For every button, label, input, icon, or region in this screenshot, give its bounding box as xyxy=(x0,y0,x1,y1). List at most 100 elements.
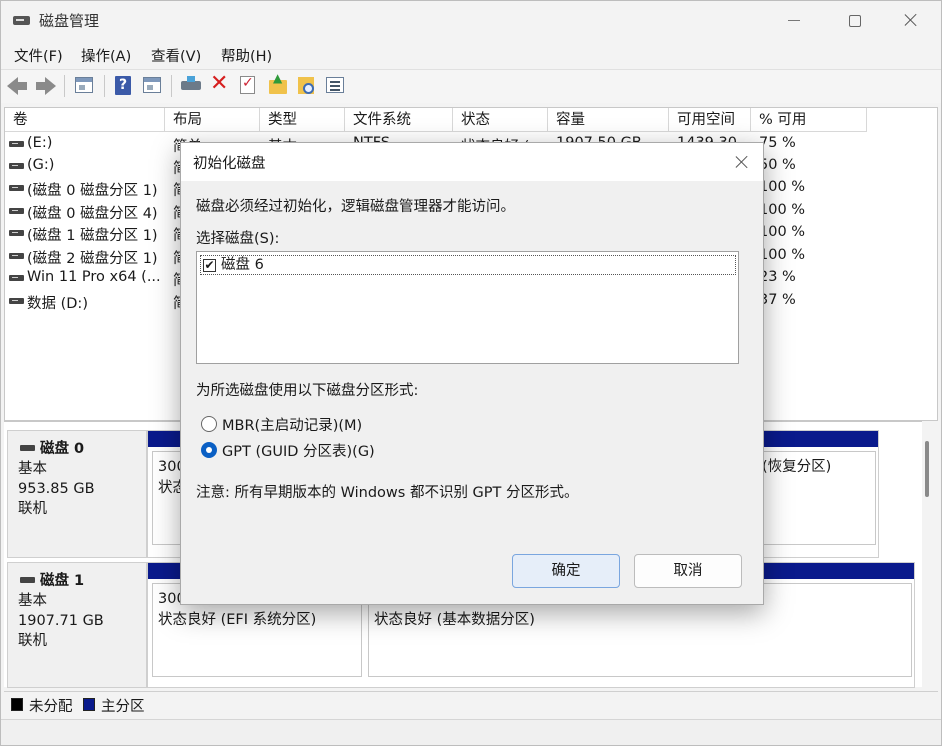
volume-name: (磁盘 0 磁盘分区 1) xyxy=(27,183,158,199)
disk-item-label: 磁盘 6 xyxy=(221,257,264,273)
menu-file[interactable]: 文件(F) xyxy=(14,45,63,66)
list-view-icon[interactable] xyxy=(324,75,346,97)
partition-status: (恢复分区) xyxy=(762,459,832,475)
drive-icon xyxy=(9,275,24,281)
percent-free-cell: 23 % xyxy=(759,269,796,285)
column-header-filesystem[interactable]: 文件系统 xyxy=(345,108,453,132)
disk-0-recovery-partition[interactable]: (恢复分区) xyxy=(756,451,876,545)
folder-up-icon[interactable] xyxy=(267,71,289,97)
volume-name: (磁盘 1 磁盘分区 1) xyxy=(27,228,158,244)
partition-status: 状态良好 (基本数据分区) xyxy=(374,612,535,628)
drive-icon xyxy=(9,163,24,169)
disk-0-size: 953.85 GB xyxy=(18,481,95,497)
partition-style-label: 为所选磁盘使用以下磁盘分区形式: xyxy=(196,383,419,399)
dialog-title: 初始化磁盘 xyxy=(193,156,266,172)
percent-free-cell: 75 % xyxy=(759,135,796,151)
dialog-close-button[interactable] xyxy=(729,151,755,173)
drive-icon xyxy=(9,230,24,236)
maximize-button[interactable] xyxy=(831,5,877,35)
volume-name: 数据 (D:) xyxy=(27,296,88,312)
toolbar: ? ✕ xyxy=(1,69,941,103)
search-icon[interactable] xyxy=(296,75,318,97)
minimize-button[interactable] xyxy=(771,5,817,35)
legend-bar: 未分配 主分区 xyxy=(4,691,938,717)
percent-free-cell: 100 % xyxy=(759,224,806,240)
status-bar xyxy=(1,719,941,745)
volume-name: (磁盘 2 磁盘分区 1) xyxy=(27,251,158,267)
connect-drive-icon[interactable] xyxy=(180,75,202,97)
toolbar-separator xyxy=(64,75,65,97)
menu-bar: 文件(F) 操作(A) 查看(V) 帮助(H) xyxy=(1,39,941,69)
vertical-scrollbar[interactable] xyxy=(925,441,929,497)
volume-name: Win 11 Pro x64 (... xyxy=(27,269,161,285)
disk-management-app-icon xyxy=(13,12,30,27)
percent-free-cell: 50 % xyxy=(759,157,796,173)
disk-checkbox[interactable]: ✔ xyxy=(203,259,216,272)
help-icon[interactable]: ? xyxy=(112,75,134,97)
drive-icon xyxy=(9,208,24,214)
column-header-status[interactable]: 状态 xyxy=(453,108,548,132)
disk-1-size: 1907.71 GB xyxy=(18,613,104,629)
toolbar-separator xyxy=(104,75,105,97)
legend-unallocated: 未分配 xyxy=(29,699,73,715)
window-title: 磁盘管理 xyxy=(39,12,100,30)
drive-icon xyxy=(9,253,24,259)
disk-management-window: 磁盘管理 文件(F) 操作(A) 查看(V) 帮助(H) ? ✕ 卷 布局 类型… xyxy=(0,0,942,746)
disk-1-status: 联机 xyxy=(18,633,47,649)
drive-icon xyxy=(9,298,24,304)
disk-1-info[interactable]: 磁盘 1 基本 1907.71 GB 联机 xyxy=(7,562,147,688)
properties-icon[interactable] xyxy=(141,75,163,97)
unallocated-swatch xyxy=(11,698,23,711)
forward-arrow-icon[interactable] xyxy=(35,75,57,97)
gpt-label: GPT (GUID 分区表)(G) xyxy=(222,444,375,460)
select-disk-label: 选择磁盘(S): xyxy=(196,231,280,247)
disk-1-type: 基本 xyxy=(18,593,47,609)
cancel-button[interactable]: 取消 xyxy=(634,554,742,588)
delete-icon[interactable]: ✕ xyxy=(208,73,230,97)
percent-free-cell: 100 % xyxy=(759,202,806,218)
dialog-message: 磁盘必须经过初始化，逻辑磁盘管理器才能访问。 xyxy=(196,199,515,215)
column-header-free-space[interactable]: 可用空间 xyxy=(669,108,751,132)
partition-status: 状态良好 (EFI 系统分区) xyxy=(158,612,317,628)
close-window-button[interactable] xyxy=(889,5,935,35)
column-header-capacity[interactable]: 容量 xyxy=(548,108,669,132)
percent-free-cell: 37 % xyxy=(759,292,796,308)
disk-0-info[interactable]: 磁盘 0 基本 953.85 GB 联机 xyxy=(7,430,147,558)
volume-name: (G:) xyxy=(27,157,55,173)
disk-0-type: 基本 xyxy=(18,461,47,477)
check-icon[interactable] xyxy=(237,75,259,97)
console-tree-icon[interactable] xyxy=(73,75,95,97)
primary-partition-swatch xyxy=(83,698,95,711)
drive-icon xyxy=(9,141,24,147)
disk-0-status: 联机 xyxy=(18,501,47,517)
disk-0-name: 磁盘 0 xyxy=(18,439,146,459)
menu-view[interactable]: 查看(V) xyxy=(151,45,201,66)
percent-free-cell: 100 % xyxy=(759,247,806,263)
back-arrow-icon[interactable] xyxy=(7,75,29,97)
mbr-label: MBR(主启动记录)(M) xyxy=(222,418,363,434)
column-header-percent-free[interactable]: % 可用 xyxy=(751,108,867,132)
drive-icon xyxy=(9,185,24,191)
dialog-title-bar: 初始化磁盘 xyxy=(181,143,763,181)
gpt-radio[interactable] xyxy=(201,442,217,458)
ok-button[interactable]: 确定 xyxy=(512,554,620,588)
percent-free-cell: 100 % xyxy=(759,179,806,195)
close-icon xyxy=(904,13,918,27)
column-header-layout[interactable]: 布局 xyxy=(165,108,260,132)
gpt-compat-note: 注意: 所有早期版本的 Windows 都不识别 GPT 分区形式。 xyxy=(196,485,579,501)
disk-1-name: 磁盘 1 xyxy=(18,571,146,591)
column-header-type[interactable]: 类型 xyxy=(260,108,345,132)
close-icon xyxy=(735,155,749,169)
legend-primary-partition: 主分区 xyxy=(101,699,145,715)
disk-list-item[interactable]: ✔ 磁盘 6 xyxy=(200,255,736,275)
volume-name: (磁盘 0 磁盘分区 4) xyxy=(27,206,158,222)
menu-help[interactable]: 帮助(H) xyxy=(221,45,272,66)
column-header-volume[interactable]: 卷 xyxy=(5,108,165,132)
volume-name: (E:) xyxy=(27,135,53,151)
mbr-radio[interactable] xyxy=(201,416,217,432)
menu-action[interactable]: 操作(A) xyxy=(81,45,131,66)
toolbar-separator xyxy=(171,75,172,97)
title-bar: 磁盘管理 xyxy=(1,1,941,39)
initialize-disk-dialog: 初始化磁盘 磁盘必须经过初始化，逻辑磁盘管理器才能访问。 选择磁盘(S): ✔ … xyxy=(180,142,764,605)
disk-select-list[interactable]: ✔ 磁盘 6 xyxy=(196,251,739,364)
